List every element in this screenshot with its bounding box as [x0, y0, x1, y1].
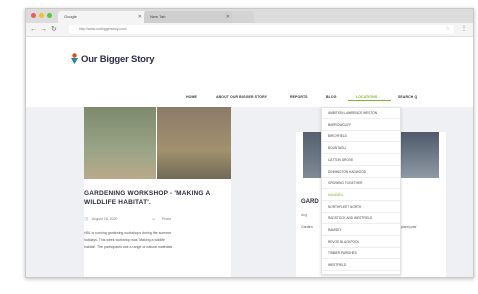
- site-logo[interactable]: Our Bigger Story: [81, 54, 155, 65]
- side-post-date: Aug: [301, 213, 308, 217]
- minimize-window-button[interactable]: [39, 13, 44, 18]
- location-item-highlighted[interactable]: HAVANELL: [322, 190, 400, 201]
- location-item[interactable]: BIRCHFIELD: [322, 131, 400, 143]
- tab-label: New Tab: [150, 14, 166, 19]
- tab-new-tab[interactable]: New Tab ✕: [144, 11, 234, 23]
- location-item[interactable]: RAMSEY: [322, 225, 400, 236]
- post-excerpt-line: holidays. This week workshop was 'Making…: [84, 238, 165, 242]
- category-icon: ▭: [152, 217, 156, 221]
- toolbar: ← → ↻ http://www.ourbiggerstory.com/ ☆ ⋮: [26, 23, 473, 37]
- active-nav-indicator: [348, 100, 391, 101]
- nav-search[interactable]: SEARCH Q: [398, 95, 417, 99]
- close-tab-icon[interactable]: ✕: [226, 11, 230, 23]
- location-item[interactable]: RADSTOCK AND WESTFIELD: [322, 213, 400, 225]
- nav-home[interactable]: HOME: [186, 95, 197, 99]
- side-post-title[interactable]: GARD: [301, 199, 319, 205]
- post-title[interactable]: GARDENING WORKSHOP - 'MAKING A WILDLIFE …: [84, 190, 224, 207]
- nav-about[interactable]: ABOUT OUR BIGGER STORY: [216, 95, 267, 99]
- tab-label: Google: [64, 14, 77, 19]
- logo-icon: [71, 53, 78, 64]
- browser-menu-icon[interactable]: ⋮: [461, 25, 467, 32]
- address-bar[interactable]: http://www.ourbiggerstory.com/ ☆: [69, 25, 454, 34]
- side-post-excerpt: Garden: [301, 225, 313, 229]
- location-item[interactable]: REVOE BLACKPOOL: [322, 237, 400, 248]
- reload-icon[interactable]: ↻: [51, 25, 57, 34]
- location-item[interactable]: NORTHFLEET NORTH: [322, 202, 400, 213]
- back-icon[interactable]: ←: [30, 25, 37, 34]
- location-item[interactable]: BOUNTAGU: [322, 143, 400, 155]
- browser-window: Google ✕ New Tab ✕ ← → ↻ http://www.ourb…: [25, 8, 474, 278]
- post-category[interactable]: Photo: [162, 217, 171, 221]
- location-item[interactable]: TIMBER PARISHES: [322, 248, 400, 260]
- nav-locations[interactable]: LOCATIONS: [356, 95, 377, 99]
- location-item[interactable]: DINNINGTON HADWOOD: [322, 167, 400, 178]
- post-excerpt-line: habitat'. The participants use a range o…: [84, 245, 173, 249]
- location-item[interactable]: WESTFIELD: [322, 260, 400, 272]
- tab-google[interactable]: Google ✕: [58, 11, 146, 23]
- post-image-doll[interactable]: [157, 107, 231, 179]
- post-card: GARDENING WORKSHOP - 'MAKING A WILDLIFE …: [84, 107, 231, 277]
- nav-blog[interactable]: BLOG: [326, 95, 337, 99]
- post-date: August 18, 2020: [92, 217, 118, 221]
- close-window-button[interactable]: [31, 13, 36, 18]
- location-item[interactable]: BARROWCLIFF: [322, 120, 400, 131]
- url-text: http://www.ourbiggerstory.com/: [79, 27, 127, 31]
- post-excerpt-line: HBL is running gardening workshops durin…: [84, 231, 172, 235]
- nav-reports[interactable]: REPORTS: [290, 95, 308, 99]
- side-post-excerpt-end: plant pots': [401, 225, 417, 229]
- maximize-window-button[interactable]: [47, 13, 52, 18]
- location-item[interactable]: CATTON GROVE: [322, 155, 400, 166]
- close-tab-icon[interactable]: ✕: [138, 11, 142, 23]
- content-area: GARDENING WORKSHOP - 'MAKING A WILDLIFE …: [26, 107, 473, 277]
- locations-dropdown: AMBITION LAWRENCE WESTON BARROWCLIFF BIR…: [321, 107, 401, 275]
- tab-bar: Google ✕ New Tab ✕: [26, 9, 473, 23]
- forward-icon[interactable]: →: [40, 25, 47, 34]
- bookmark-star-icon[interactable]: ☆: [446, 25, 450, 34]
- clock-icon: 🕓: [84, 217, 89, 221]
- location-item[interactable]: GROWING TOGETHER: [322, 178, 400, 190]
- location-item[interactable]: AMBITION LAWRENCE WESTON: [322, 108, 400, 119]
- web-page: Our Bigger Story HOME ABOUT OUR BIGGER S…: [26, 37, 473, 277]
- post-image-child[interactable]: [84, 107, 156, 179]
- new-tab-button[interactable]: [232, 11, 254, 23]
- side-post-image[interactable]: [401, 132, 439, 178]
